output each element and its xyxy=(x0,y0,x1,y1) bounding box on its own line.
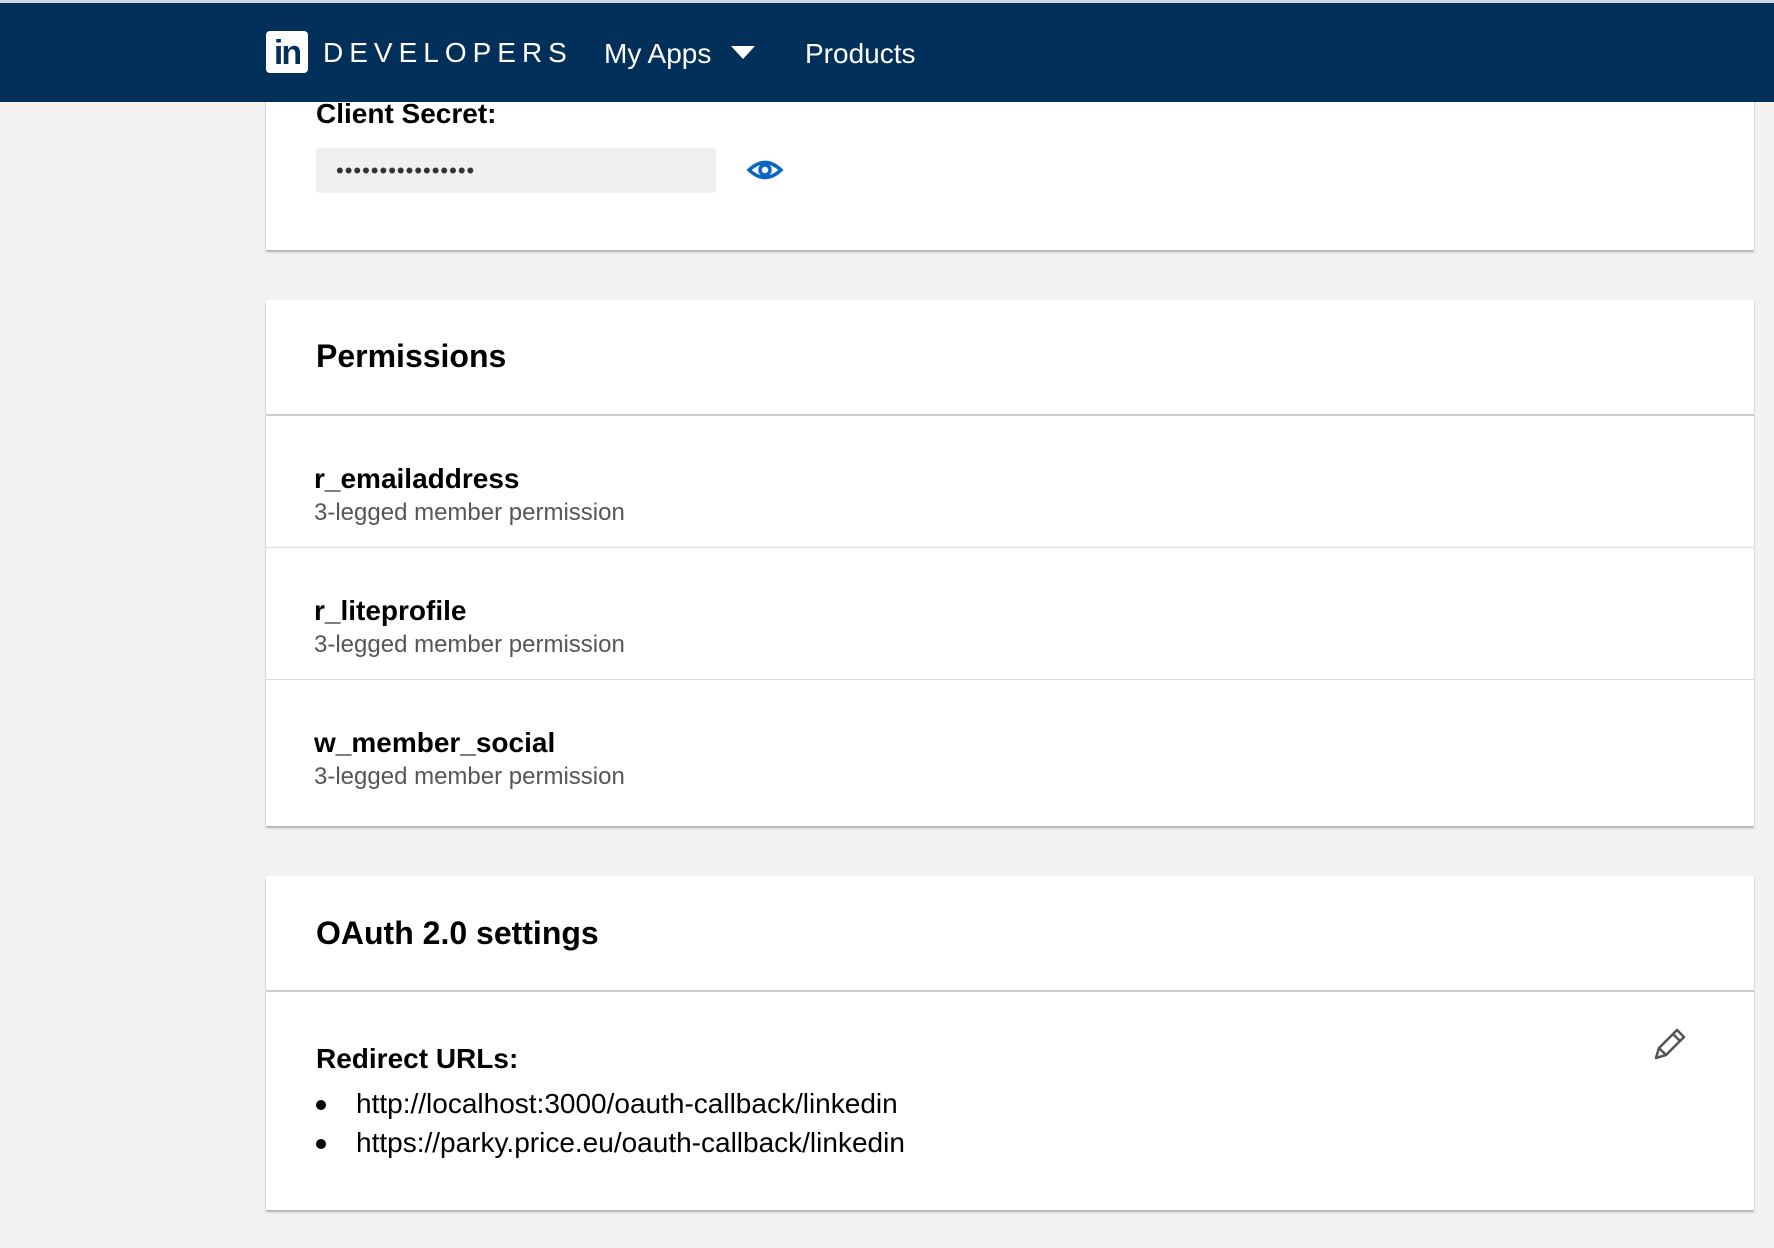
bullet-icon xyxy=(316,1139,326,1149)
permission-description: 3-legged member permission xyxy=(314,631,625,658)
chevron-down-icon[interactable] xyxy=(731,46,755,59)
permission-description: 3-legged member permission xyxy=(314,499,625,526)
eye-icon[interactable] xyxy=(746,152,784,188)
top-nav-bar: in DEVELOPERS My Apps Products xyxy=(0,0,1774,102)
credentials-card: Client Secret: •••••••••••••••• xyxy=(266,80,1754,250)
permission-name: w_member_social xyxy=(314,727,556,758)
permission-row: r_liteprofile 3-legged member permission xyxy=(266,548,1754,680)
pencil-icon[interactable] xyxy=(1648,1024,1690,1066)
oauth-settings-card: OAuth 2.0 settings Redirect URLs: http:/… xyxy=(266,876,1754,1210)
permissions-title: Permissions xyxy=(316,338,507,374)
brand-title[interactable]: DEVELOPERS xyxy=(323,37,573,69)
client-secret-label: Client Secret: xyxy=(316,98,497,129)
bullet-icon xyxy=(316,1100,326,1110)
divider xyxy=(266,990,1754,992)
redirect-url-text: https://parky.price.eu/oauth-callback/li… xyxy=(356,1127,905,1158)
redirect-urls-label: Redirect URLs: xyxy=(316,1043,519,1074)
permission-name: r_emailaddress xyxy=(314,463,520,494)
linkedin-logo[interactable]: in xyxy=(266,31,308,73)
permission-row: w_member_social 3-legged member permissi… xyxy=(266,680,1754,812)
permission-row: r_emailaddress 3-legged member permissio… xyxy=(266,416,1754,548)
permissions-card: Permissions r_emailaddress 3-legged memb… xyxy=(266,300,1754,826)
nav-products[interactable]: Products xyxy=(805,37,916,71)
client-secret-field[interactable]: •••••••••••••••• xyxy=(316,148,716,193)
linkedin-logo-text: in xyxy=(273,34,302,72)
oauth-settings-title: OAuth 2.0 settings xyxy=(316,915,599,951)
redirect-url-text: http://localhost:3000/oauth-callback/lin… xyxy=(356,1088,898,1119)
permission-name: r_liteprofile xyxy=(314,595,467,626)
permission-description: 3-legged member permission xyxy=(314,763,625,790)
nav-my-apps[interactable]: My Apps xyxy=(604,37,711,71)
